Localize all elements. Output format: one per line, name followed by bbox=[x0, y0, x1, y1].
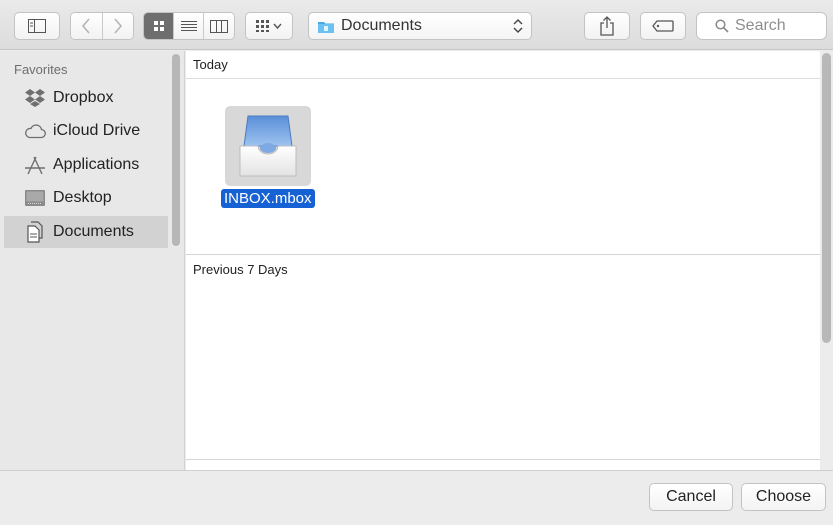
list-view-button[interactable] bbox=[174, 13, 204, 39]
sidebar-item-label: Dropbox bbox=[53, 89, 114, 106]
sidebar-item-documents[interactable]: Documents bbox=[4, 216, 168, 248]
back-forward-control bbox=[70, 12, 134, 40]
tags-button[interactable] bbox=[640, 12, 686, 40]
view-mode-control bbox=[143, 12, 235, 40]
path-label: Documents bbox=[341, 17, 422, 34]
chevron-right-icon bbox=[114, 18, 122, 34]
arrange-grid-chevron-icon bbox=[256, 20, 282, 32]
documents-icon bbox=[24, 221, 46, 243]
forward-button[interactable] bbox=[102, 13, 133, 39]
applications-icon bbox=[24, 154, 46, 176]
dialog-footer: Cancel Choose bbox=[0, 470, 833, 525]
sidebar-scrollbar[interactable] bbox=[172, 54, 180, 246]
sidebar-toggle-icon bbox=[28, 19, 46, 33]
desktop-icon bbox=[24, 187, 46, 209]
icon-grid-icon bbox=[153, 21, 164, 31]
sidebar-item-icloud-drive[interactable]: iCloud Drive bbox=[4, 115, 168, 147]
search-field[interactable]: Search bbox=[696, 12, 827, 40]
mailbox-icon bbox=[239, 115, 297, 177]
sidebar-item-dropbox[interactable]: Dropbox bbox=[4, 82, 168, 114]
group-divider bbox=[186, 459, 820, 460]
icon-view-button[interactable] bbox=[144, 13, 175, 39]
sidebar-item-label: Documents bbox=[53, 223, 134, 240]
tag-icon bbox=[652, 20, 674, 32]
share-button[interactable] bbox=[584, 12, 630, 40]
toolbar: Documents Search bbox=[0, 0, 833, 50]
sidebar-toggle-button[interactable] bbox=[14, 12, 60, 40]
folder-icon bbox=[318, 21, 334, 33]
group-header-previous-7-days: Previous 7 Days bbox=[186, 256, 820, 284]
chevron-updown-icon bbox=[513, 19, 523, 33]
search-icon bbox=[715, 19, 729, 33]
search-placeholder: Search bbox=[735, 17, 786, 34]
sidebar-item-label: iCloud Drive bbox=[53, 122, 141, 139]
sidebar: Favorites Dropbox iCloud Drive Applicati… bbox=[0, 51, 185, 470]
arrange-button[interactable] bbox=[245, 12, 293, 40]
back-button[interactable] bbox=[71, 13, 103, 39]
sidebar-item-desktop[interactable]: Desktop bbox=[4, 182, 168, 214]
group-divider bbox=[186, 254, 820, 255]
file-chooser-dialog: Documents Search Favorites Dropbox iClou… bbox=[0, 0, 833, 525]
columns-icon bbox=[209, 19, 228, 33]
cancel-button[interactable]: Cancel bbox=[649, 483, 733, 511]
file-browser: Today INBOX.mbox Previous 7 Days bbox=[186, 51, 820, 470]
group-header-today: Today bbox=[186, 51, 820, 79]
sidebar-item-label: Desktop bbox=[53, 189, 112, 206]
file-item-inbox-mbox[interactable] bbox=[225, 106, 311, 186]
cloud-icon bbox=[24, 120, 46, 142]
sidebar-item-label: Applications bbox=[53, 156, 140, 173]
chevron-left-icon bbox=[82, 18, 90, 34]
sidebar-heading: Favorites bbox=[14, 62, 68, 77]
file-name-label[interactable]: INBOX.mbox bbox=[221, 189, 315, 208]
list-icon bbox=[180, 21, 197, 31]
choose-button[interactable]: Choose bbox=[741, 483, 826, 511]
share-icon bbox=[600, 16, 614, 36]
content-scrollbar[interactable] bbox=[822, 53, 831, 343]
sidebar-item-applications[interactable]: Applications bbox=[4, 149, 168, 181]
path-popup[interactable]: Documents bbox=[308, 12, 532, 40]
column-view-button[interactable] bbox=[203, 13, 234, 39]
dropbox-icon bbox=[24, 87, 46, 109]
